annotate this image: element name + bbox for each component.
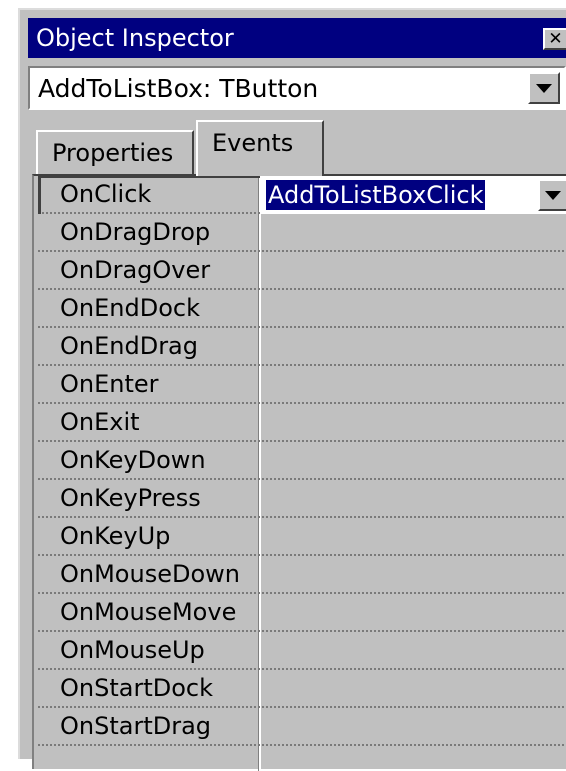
- event-row-onstartdrag[interactable]: OnStartDrag: [38, 708, 566, 746]
- event-row-onkeypress[interactable]: OnKeyPress: [38, 480, 566, 518]
- event-name[interactable]: OnKeyDown: [60, 445, 206, 475]
- event-row-onmousedown[interactable]: OnMouseDown: [38, 556, 566, 594]
- event-value-cell[interactable]: [260, 252, 566, 290]
- object-selector-combo[interactable]: AddToListBox: TButton: [28, 66, 566, 110]
- event-name[interactable]: OnExit: [60, 407, 140, 437]
- event-name[interactable]: OnMouseMove: [60, 597, 236, 627]
- event-row-onenddock[interactable]: OnEndDock: [38, 290, 566, 328]
- event-value-cell[interactable]: [260, 366, 566, 404]
- event-value-cell[interactable]: [260, 518, 566, 556]
- event-name[interactable]: OnDragOver: [60, 255, 210, 285]
- tab-properties-label: Properties: [52, 139, 174, 167]
- event-name[interactable]: OnClick: [60, 179, 151, 209]
- object-selector-dropdown-button[interactable]: [528, 72, 560, 104]
- title-bar[interactable]: Object Inspector ✕: [28, 18, 566, 58]
- event-row-ondragover[interactable]: OnDragOver: [38, 252, 566, 290]
- event-value-editor[interactable]: AddToListBoxClick: [260, 176, 566, 214]
- object-selector-value: AddToListBox: TButton: [38, 74, 319, 103]
- event-row-onenter[interactable]: OnEnter: [38, 366, 566, 404]
- event-name[interactable]: OnStartDock: [60, 673, 213, 703]
- event-name[interactable]: OnKeyPress: [60, 483, 201, 513]
- tab-properties[interactable]: Properties: [36, 130, 194, 174]
- chevron-down-icon: [536, 84, 552, 93]
- event-row-onenddrag[interactable]: OnEndDrag: [38, 328, 566, 366]
- event-value-cell[interactable]: [260, 404, 566, 442]
- event-row-onkeydown[interactable]: OnKeyDown: [38, 442, 566, 480]
- chevron-down-icon: [545, 191, 561, 200]
- event-name[interactable]: OnKeyUp: [60, 521, 170, 551]
- event-row-onkeyup[interactable]: OnKeyUp: [38, 518, 566, 556]
- event-value-cell[interactable]: [260, 632, 566, 670]
- event-value-cell[interactable]: [260, 290, 566, 328]
- event-row-onstartdock[interactable]: OnStartDock: [38, 670, 566, 708]
- event-row-ondragdrop[interactable]: OnDragDrop: [38, 214, 566, 252]
- event-row-onmousemove[interactable]: OnMouseMove: [38, 594, 566, 632]
- tab-events[interactable]: Events: [196, 120, 324, 176]
- event-name[interactable]: OnDragDrop: [60, 217, 210, 247]
- event-value[interactable]: AddToListBoxClick: [266, 180, 486, 210]
- event-value-cell[interactable]: [260, 708, 566, 746]
- event-value-cell[interactable]: [260, 442, 566, 480]
- event-value-cell[interactable]: [260, 594, 566, 632]
- tab-events-label: Events: [212, 129, 294, 157]
- event-name[interactable]: OnStartDrag: [60, 711, 211, 741]
- event-value-dropdown-button[interactable]: [538, 179, 566, 211]
- event-name[interactable]: OnEndDrag: [60, 331, 198, 361]
- events-grid: OnClick AddToListBoxClick OnDragDrop OnD…: [32, 174, 566, 771]
- event-row-onexit[interactable]: OnExit: [38, 404, 566, 442]
- event-value-cell[interactable]: [260, 328, 566, 366]
- event-value-cell[interactable]: [260, 480, 566, 518]
- event-name[interactable]: OnEndDock: [60, 293, 200, 323]
- event-name[interactable]: OnMouseUp: [60, 635, 205, 665]
- event-value-cell[interactable]: [260, 670, 566, 708]
- event-name[interactable]: OnMouseDown: [60, 559, 240, 589]
- close-icon: ✕: [548, 29, 563, 49]
- window-title: Object Inspector: [36, 24, 234, 52]
- object-inspector-window: Object Inspector ✕ AddToListBox: TButton…: [18, 8, 566, 771]
- event-row-onmouseup[interactable]: OnMouseUp: [38, 632, 566, 670]
- event-row-onclick[interactable]: OnClick AddToListBoxClick: [38, 176, 566, 214]
- event-value-cell[interactable]: [260, 214, 566, 252]
- close-button[interactable]: ✕: [543, 28, 566, 50]
- event-name[interactable]: OnEnter: [60, 369, 159, 399]
- event-value-cell[interactable]: [260, 556, 566, 594]
